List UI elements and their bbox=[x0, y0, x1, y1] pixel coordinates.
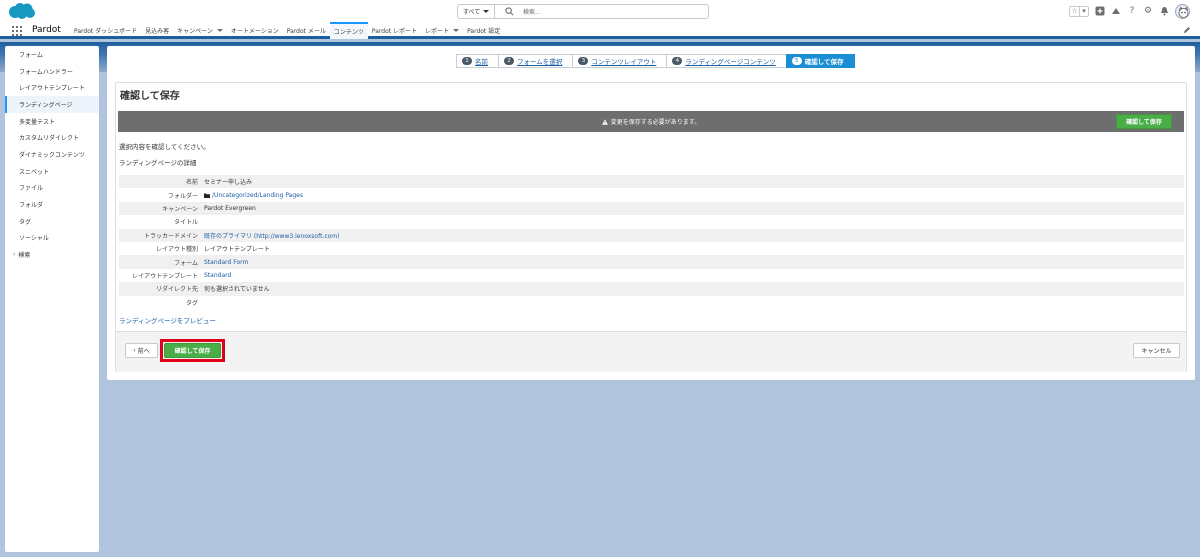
detail-row-tracker-domain: トラッカードメイン 既存のプライマリ (http://www3.lenoxsoft… bbox=[119, 228, 1184, 242]
tab-content[interactable]: コンテンツ bbox=[329, 22, 368, 39]
page-title: 確認して保存 bbox=[120, 91, 180, 102]
detail-row-title: タイトル bbox=[173, 219, 198, 227]
nav-tabs: Pardot ダッシュボード 見込み客 キャンペーン オートメーション Pard… bbox=[70, 22, 504, 39]
gear-icon[interactable]: ⚙ bbox=[1143, 6, 1153, 16]
form-link[interactable]: Standard Form bbox=[204, 259, 248, 266]
sidebar-item-forms[interactable]: フォーム bbox=[5, 46, 99, 63]
tab-automation[interactable]: オートメーション bbox=[227, 22, 283, 39]
back-button[interactable]: ‹ 前へ bbox=[125, 343, 158, 358]
bell-icon[interactable] bbox=[1159, 6, 1169, 16]
cancel-button[interactable]: キャンセル bbox=[1133, 343, 1180, 358]
search-icon bbox=[505, 7, 514, 16]
main-panel: 1 名前 2 フォームを選択 3 コンテンツレイアウト 4 ランディングページコンテンツ… bbox=[107, 46, 1195, 380]
detail-row-folder: フォルダー/Uncategorized/Landing Pages bbox=[167, 191, 303, 200]
sidebar-item-tags[interactable]: タグ bbox=[5, 213, 99, 230]
app-launcher-icon[interactable] bbox=[12, 26, 22, 36]
tracker-domain-link[interactable]: 既存のプライマリ (http://www3.lenoxsoft.com) bbox=[204, 231, 340, 240]
wizard-step-select-form[interactable]: 2 フォームを選択 bbox=[498, 54, 574, 68]
tab-pardot-settings[interactable]: Pardot 設定 bbox=[463, 22, 504, 39]
chevron-down-icon[interactable] bbox=[216, 29, 223, 32]
layout-template-link[interactable]: Standard bbox=[204, 272, 231, 279]
detail-row-tags: タグ bbox=[185, 299, 198, 307]
chevron-down-icon[interactable] bbox=[453, 29, 460, 32]
favorites-group[interactable]: ☆ ▾ bbox=[1069, 5, 1089, 17]
help-icon[interactable]: ? bbox=[1127, 6, 1137, 16]
sidebar-item-folders[interactable]: フォルダ bbox=[5, 196, 99, 213]
sidebar-item-dynamic-content[interactable]: ダイナミックコンテンツ bbox=[5, 146, 99, 163]
star-icon[interactable]: ☆ bbox=[1070, 7, 1079, 16]
tab-prospects[interactable]: 見込み客 bbox=[141, 22, 173, 39]
tab-pardot-reports[interactable]: Pardot レポート bbox=[368, 22, 421, 39]
app-name: Pardot bbox=[32, 25, 61, 35]
sidebar-item-landing-pages[interactable]: ランディングページ bbox=[5, 96, 99, 113]
sidebar-item-snippets[interactable]: スニペット bbox=[5, 163, 99, 180]
detail-row-campaign: キャンペーン Pardot Evergreen bbox=[119, 201, 1184, 216]
chevron-left-icon: ‹ bbox=[133, 347, 136, 354]
search-input[interactable]: 検索... bbox=[523, 7, 541, 16]
tab-pardot-dashboard[interactable]: Pardot ダッシュボード bbox=[70, 22, 141, 39]
details-table: 名前 セミナー申し込み フォルダー/Uncategorized/Landing P… bbox=[119, 175, 1184, 309]
unsaved-warning-bar: 変更を保存する必要があります。 確認して保存 bbox=[118, 111, 1184, 132]
sidebar-item-multivariate-tests[interactable]: 多変量テスト bbox=[5, 113, 99, 130]
form-footer: ‹ 前へ 確認して保存 キャンセル bbox=[116, 331, 1186, 372]
salesforce-logo-icon[interactable] bbox=[6, 2, 36, 20]
app-navigation-bar: Pardot Pardot ダッシュボード 見込み客 キャンペーン オートメーシ… bbox=[0, 22, 1200, 39]
search-scope-dropdown[interactable]: すべて bbox=[458, 5, 495, 18]
details-heading: ランディングページの詳細 bbox=[119, 159, 197, 167]
preview-landing-page-link[interactable]: ランディングページをプレビュー bbox=[119, 315, 216, 325]
search-scope-label: すべて bbox=[462, 9, 481, 16]
wizard-step-landing-page-content[interactable]: 4 ランディングページコンテンツ bbox=[666, 54, 787, 68]
warning-text: 変更を保存する必要があります。 bbox=[610, 119, 701, 126]
wizard-step-name[interactable]: 1 名前 bbox=[456, 54, 499, 68]
sidebar-item-files[interactable]: ファイル bbox=[5, 180, 99, 197]
sidebar-item-search[interactable]: › 検索 bbox=[5, 246, 99, 263]
global-search[interactable]: すべて 検索... bbox=[457, 4, 709, 19]
detail-row-form: フォーム Standard Form bbox=[119, 255, 1184, 269]
user-avatar[interactable] bbox=[1175, 3, 1190, 19]
folder-icon bbox=[204, 193, 210, 198]
pencil-icon[interactable] bbox=[1183, 26, 1191, 34]
favorites-list-icon[interactable]: ▾ bbox=[1079, 6, 1088, 16]
wizard-step-review-save[interactable]: 5 確認して保存 bbox=[785, 54, 855, 68]
sidebar-item-layout-templates[interactable]: レイアウトテンプレート bbox=[5, 79, 99, 96]
sidebar-item-social[interactable]: ソーシャル bbox=[5, 230, 99, 247]
detail-row-redirect: リダイレクト先 何も選択されていません bbox=[119, 282, 1184, 296]
tab-campaigns[interactable]: キャンペーン bbox=[173, 22, 227, 39]
chevron-right-icon[interactable]: › bbox=[13, 251, 15, 258]
tab-reports[interactable]: レポート bbox=[421, 22, 463, 39]
header-utility-icons: ☆ ▾ ? ⚙ bbox=[1069, 3, 1190, 19]
sidebar: フォーム フォームハンドラー レイアウトテンプレート ランディングページ 多変量… bbox=[5, 46, 99, 552]
folder-link[interactable]: /Uncategorized/Landing Pages bbox=[212, 192, 303, 199]
caret-down-icon bbox=[483, 10, 490, 13]
confirm-save-button[interactable]: 確認して保存 bbox=[164, 343, 221, 358]
confirm-save-top-button[interactable]: 確認して保存 bbox=[1116, 114, 1172, 129]
tab-pardot-email[interactable]: Pardot メール bbox=[283, 22, 330, 39]
intro-text: 選択内容を確認してください。 bbox=[119, 143, 210, 151]
warning-icon bbox=[601, 118, 608, 125]
wizard-step-content-layout[interactable]: 3 コンテンツレイアウト bbox=[572, 54, 668, 68]
wizard-steps: 1 名前 2 フォームを選択 3 コンテンツレイアウト 4 ランディングページコンテンツ… bbox=[456, 54, 855, 68]
detail-row-layout-template: レイアウトテンプレート Standard bbox=[132, 271, 232, 280]
global-header: すべて 検索... ☆ ▾ ? ⚙ bbox=[0, 0, 1200, 22]
detail-row-name: 名前 セミナー申し込み bbox=[119, 175, 1184, 189]
global-actions-icon[interactable] bbox=[1095, 6, 1105, 16]
save-button-highlight: 確認して保存 bbox=[160, 339, 225, 362]
trailhead-icon[interactable] bbox=[1111, 6, 1121, 16]
sidebar-item-form-handlers[interactable]: フォームハンドラー bbox=[5, 63, 99, 80]
sidebar-item-custom-redirects[interactable]: カスタムリダイレクト bbox=[5, 129, 99, 146]
review-panel: 確認して保存 変更を保存する必要があります。 確認して保存 選択内容を確認してく… bbox=[115, 82, 1187, 372]
detail-row-layout-type: レイアウト種別 レイアウトテンプレート bbox=[155, 246, 270, 254]
